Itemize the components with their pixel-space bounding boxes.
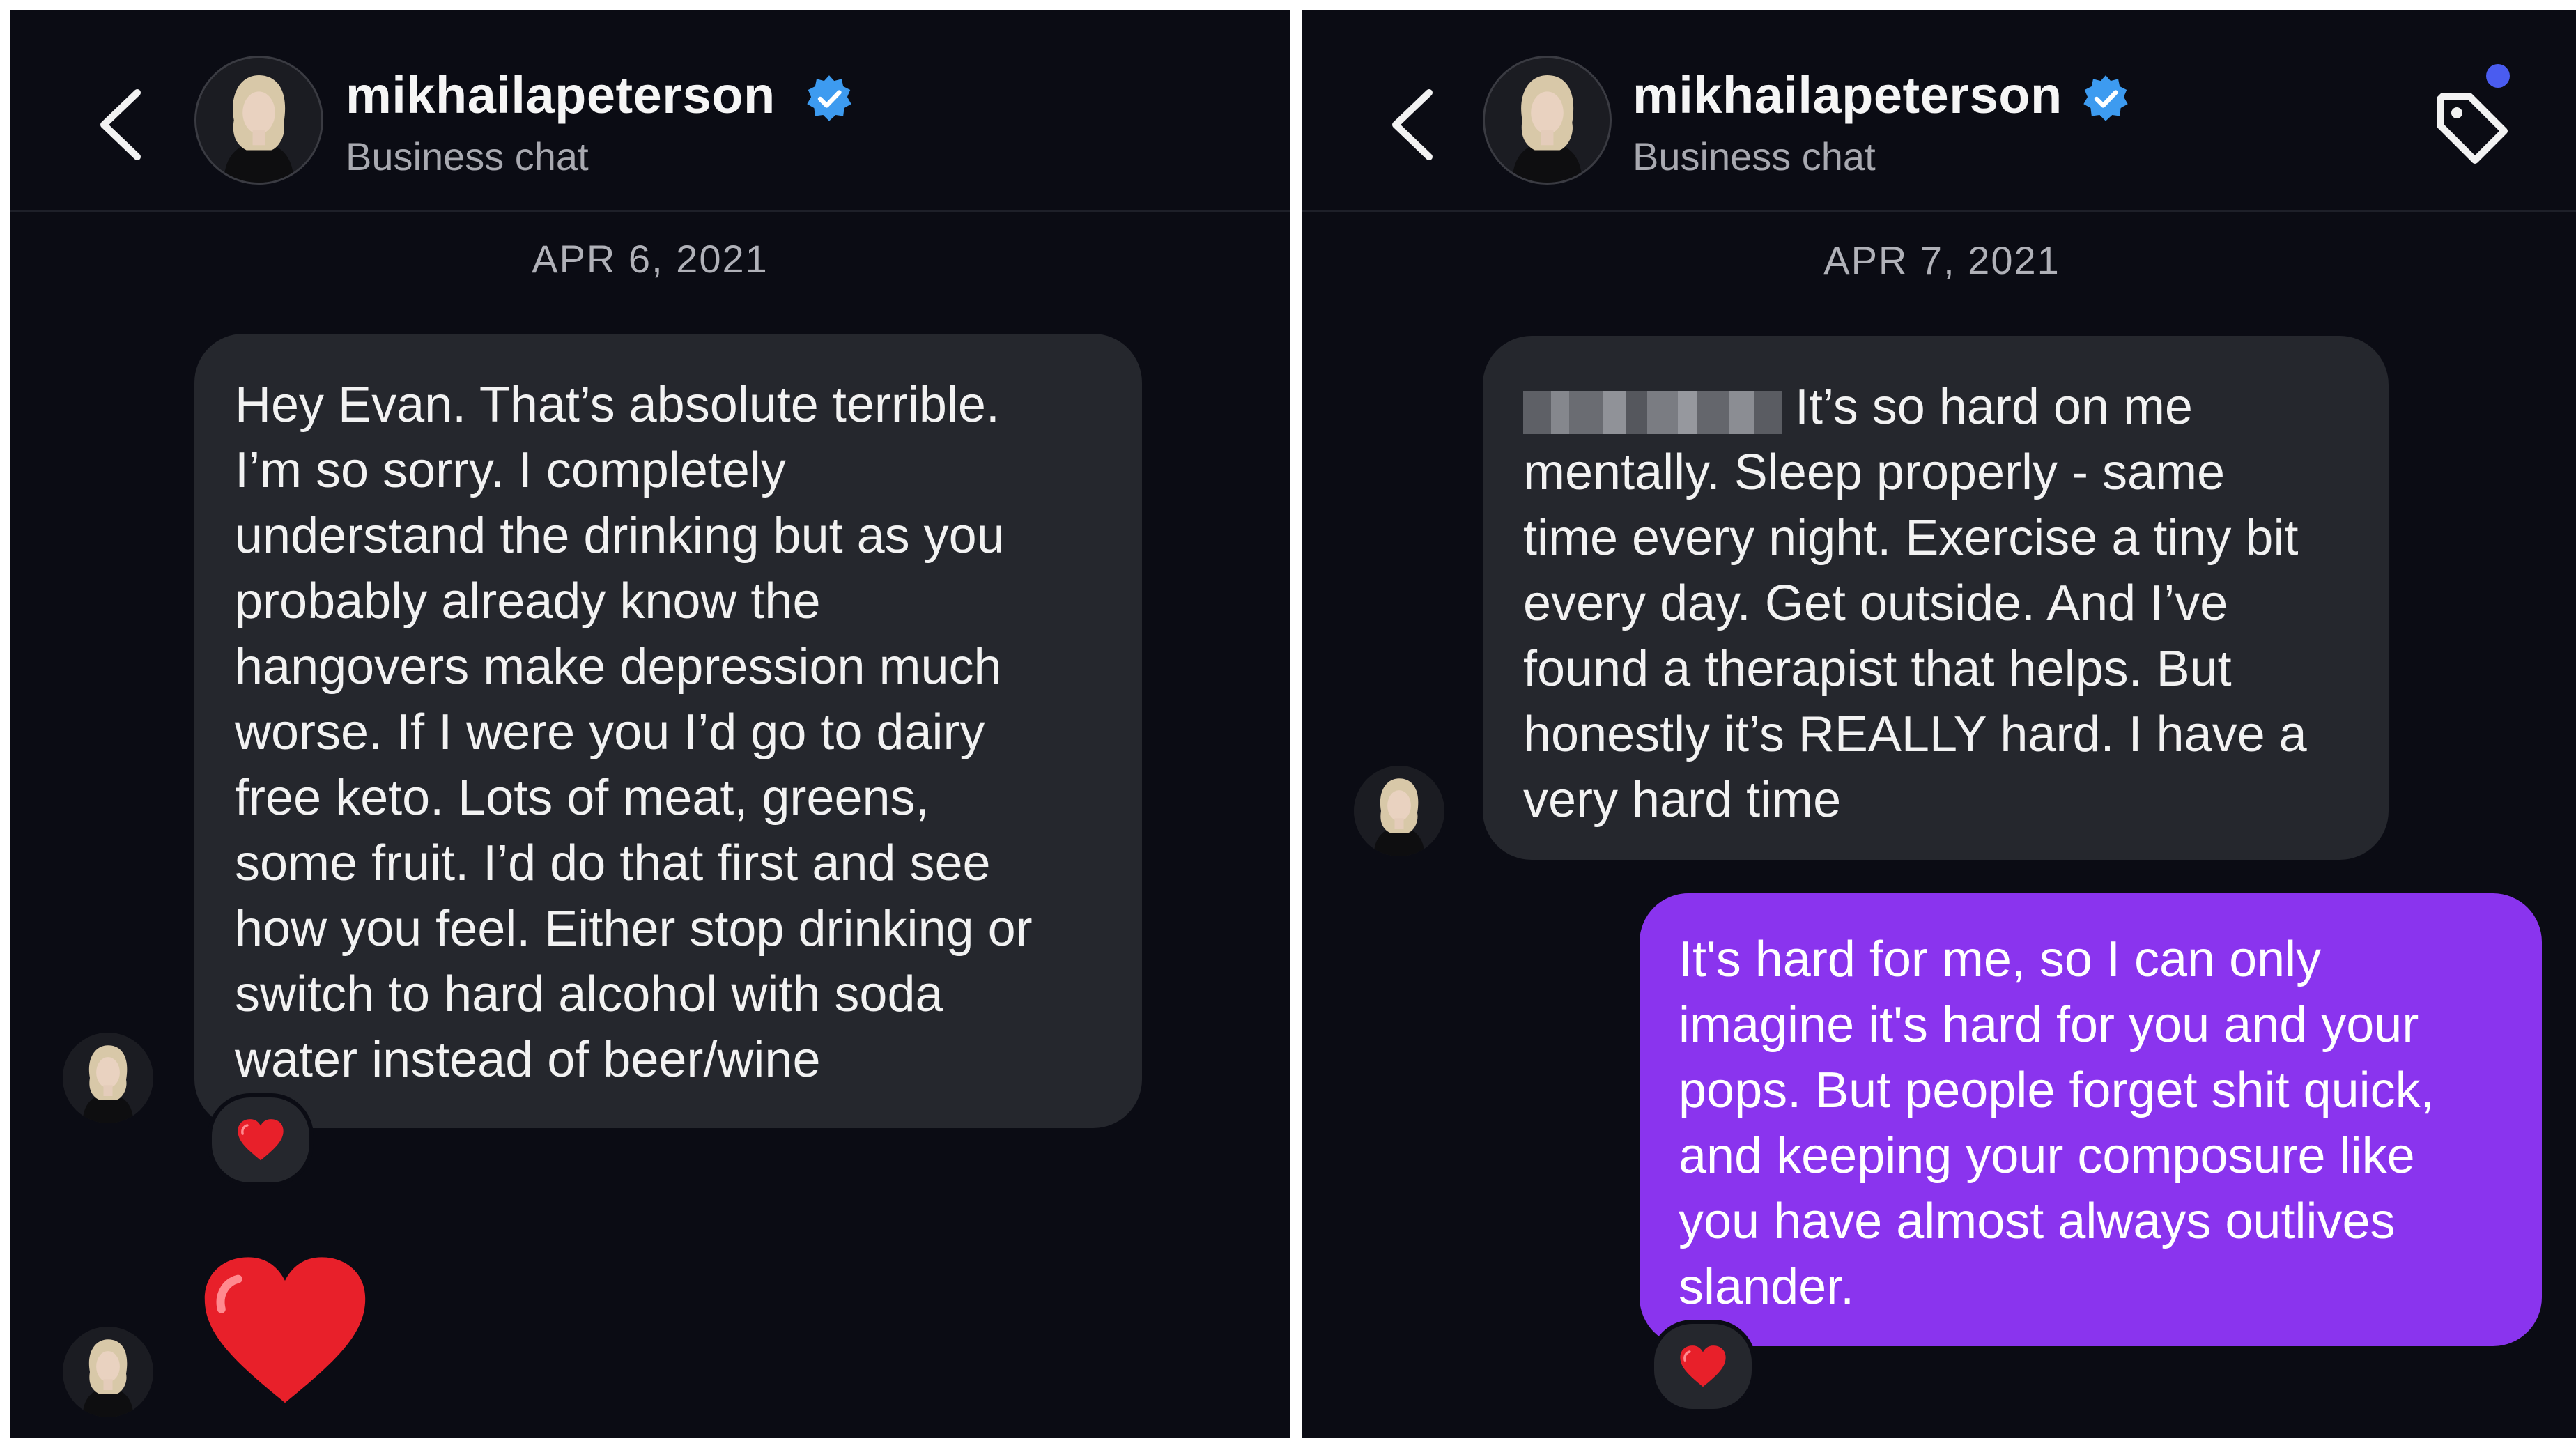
large-heart-icon[interactable] <box>201 1250 369 1412</box>
label-tag-icon[interactable] <box>2430 86 2514 170</box>
chat-header: mikhailapeterson Business chat <box>10 10 1290 212</box>
message-line: imagine it's hard for you and your <box>1679 997 2419 1053</box>
message-line: water instead of beer/wine <box>235 1032 821 1088</box>
outgoing-message-bubble[interactable]: It's hard for me, so I can only imagine … <box>1640 893 2542 1346</box>
heart-icon <box>237 1118 284 1162</box>
message-line: you have almost always outlives <box>1679 1194 2396 1249</box>
message-line: mentally. Sleep properly - same <box>1523 445 2226 500</box>
date-divider: APR 6, 2021 <box>532 237 769 281</box>
message-line: Hey Evan. That’s absolute terrible. <box>235 377 1000 433</box>
message-line: found a therapist that helps. But <box>1523 641 2232 697</box>
message-line: worse. If I were you I’d go to dairy <box>235 704 985 760</box>
message-line: every day. Get outside. And I’ve <box>1523 576 2228 631</box>
verified-badge-icon <box>807 75 851 121</box>
redacted-text <box>1523 385 1782 434</box>
heart-reaction[interactable] <box>208 1093 314 1187</box>
message-line: switch to hard alcohol with soda <box>235 966 943 1022</box>
sender-avatar[interactable] <box>1354 766 1444 856</box>
heart-reaction[interactable] <box>1650 1320 1756 1413</box>
date-divider: APR 7, 2021 <box>1823 238 2060 282</box>
chat-header: mikhailapeterson Business chat <box>1302 10 2576 212</box>
back-arrow-icon[interactable] <box>90 83 153 167</box>
message-line: hangovers make depression much <box>235 639 1002 695</box>
chat-panel-right: mikhailapeterson Business chat APR 7, 20… <box>1302 10 2576 1438</box>
profile-avatar[interactable] <box>194 56 323 185</box>
message-line: very hard time <box>1523 772 1842 828</box>
incoming-message-bubble[interactable]: It’s so hard on me mentally. Sleep prope… <box>1483 336 2389 860</box>
chat-subtitle: Business chat <box>1633 134 1876 178</box>
message-line: some fruit. I’d do that first and see <box>235 835 991 891</box>
message-line: I’m so sorry. I completely <box>235 442 786 498</box>
heart-icon <box>1679 1345 1727 1388</box>
message-text: It’s so hard on me <box>1795 379 2193 435</box>
incoming-message-bubble[interactable]: Hey Evan. That’s absolute terrible. I’m … <box>194 334 1142 1128</box>
chat-panel-left: mikhailapeterson Business chat APR 6, 20… <box>10 10 1290 1438</box>
notification-dot <box>2486 64 2510 88</box>
message-line: and keeping your composure like <box>1679 1128 2415 1184</box>
message-line: honestly it’s REALLY hard. I have a <box>1523 707 2307 762</box>
message-line: probably already know the <box>235 573 821 629</box>
message-line: free keto. Lots of meat, greens, <box>235 770 930 826</box>
back-arrow-icon[interactable] <box>1382 83 1444 167</box>
message-line: understand the drinking but as you <box>235 508 1005 564</box>
message-line: how you feel. Either stop drinking or <box>235 901 1033 957</box>
sender-avatar[interactable] <box>63 1033 153 1123</box>
message-line: pops. But people forget shit quick, <box>1679 1063 2435 1118</box>
username[interactable]: mikhailapeterson <box>346 65 776 125</box>
username[interactable]: mikhailapeterson <box>1633 65 2062 125</box>
profile-avatar[interactable] <box>1483 56 1612 185</box>
verified-badge-icon <box>2083 75 2128 121</box>
message-line: time every night. Exercise a tiny bit <box>1523 510 2299 566</box>
message-line: It's hard for me, so I can only <box>1679 932 2322 987</box>
message-line-redacted: It’s so hard on me <box>1523 374 2389 440</box>
sender-avatar[interactable] <box>63 1327 153 1417</box>
chat-subtitle: Business chat <box>346 134 589 178</box>
message-line: slander. <box>1679 1259 1855 1315</box>
